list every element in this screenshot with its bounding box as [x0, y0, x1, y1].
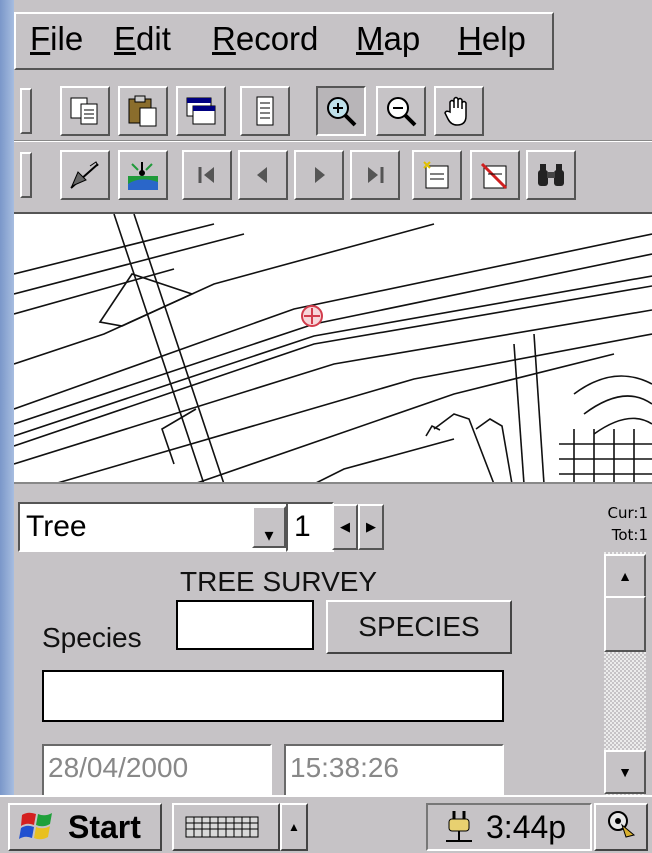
zoom-in-icon	[327, 97, 357, 127]
map-canvas[interactable]	[14, 214, 652, 484]
show-desktop-button[interactable]	[594, 803, 648, 851]
arrow-right-icon: ▶	[366, 519, 376, 534]
form-title: TREE SURVEY	[180, 566, 378, 597]
record-decrement-button[interactable]: ◀	[332, 504, 358, 550]
zoom-in-button[interactable]	[316, 86, 366, 136]
window-button[interactable]	[176, 86, 226, 136]
taskbar: Start ▲ 3:44p	[0, 795, 652, 853]
paste-button[interactable]	[118, 86, 168, 136]
pencil-capture-icon	[70, 161, 99, 189]
arrow-left-icon: ◀	[340, 519, 350, 534]
previous-record-icon	[257, 167, 267, 183]
pan-hand-icon	[444, 96, 467, 126]
scroll-thumb[interactable]	[604, 596, 646, 652]
split-bar[interactable]	[14, 482, 652, 492]
power-plug-icon[interactable]	[440, 807, 480, 843]
arrow-down-icon: ▼	[618, 764, 632, 780]
input-panel-button[interactable]	[172, 803, 280, 851]
gps-button[interactable]	[118, 150, 168, 200]
record-increment-button[interactable]: ▶	[358, 504, 384, 550]
find-binoculars-icon	[538, 164, 564, 186]
add-record-button[interactable]	[412, 150, 462, 200]
record-toolbar	[14, 142, 652, 204]
form-scrollbar[interactable]: ▲ ▼	[604, 552, 646, 795]
gps-satellite-icon	[128, 162, 158, 190]
copy-button[interactable]	[60, 86, 110, 136]
windows-flag-icon	[19, 812, 52, 840]
layer-combobox[interactable]: Tree ▾	[18, 502, 290, 552]
delete-record-button[interactable]	[470, 150, 520, 200]
input-panel-menu-button[interactable]: ▲	[280, 803, 308, 851]
species-name-field[interactable]	[42, 670, 504, 722]
next-record-button[interactable]	[294, 150, 344, 200]
menu-map[interactable]: Map	[356, 20, 420, 58]
start-button[interactable]: Start	[8, 803, 162, 851]
first-record-icon	[198, 167, 214, 183]
system-tray: 3:44p	[426, 803, 592, 851]
zoom-out-icon	[387, 97, 417, 127]
capture-button[interactable]	[60, 150, 110, 200]
record-form: TREE SURVEY Species SPECIES 28/04/2000 1…	[14, 552, 604, 795]
find-button[interactable]	[526, 150, 576, 200]
record-number-value: 1	[294, 510, 311, 543]
map-view[interactable]	[14, 212, 652, 484]
time-field[interactable]: 15:38:26	[284, 744, 504, 795]
date-field[interactable]: 28/04/2000	[42, 744, 272, 795]
total-records-label: Tot:1	[611, 526, 648, 544]
desktop-icon	[608, 811, 636, 838]
scroll-down-button[interactable]: ▼	[604, 750, 646, 794]
document-icon	[256, 96, 274, 126]
standard-toolbar	[14, 78, 652, 140]
record-number-field[interactable]: 1	[286, 502, 334, 552]
copy-icon	[70, 97, 98, 125]
document-button[interactable]	[240, 86, 290, 136]
clock[interactable]: 3:44p	[486, 809, 566, 846]
next-record-icon	[315, 167, 325, 183]
toolbar-grip[interactable]	[20, 88, 32, 134]
menu-help[interactable]: Help	[458, 20, 526, 58]
last-record-button[interactable]	[350, 150, 400, 200]
arrow-up-icon: ▲	[288, 820, 300, 834]
scroll-up-button[interactable]: ▲	[604, 554, 646, 598]
current-record-label: Cur:1	[607, 504, 648, 522]
paste-icon	[128, 95, 157, 127]
delete-record-icon	[480, 162, 508, 190]
previous-record-button[interactable]	[238, 150, 288, 200]
first-record-button[interactable]	[182, 150, 232, 200]
zoom-out-button[interactable]	[376, 86, 426, 136]
start-label: Start	[68, 809, 141, 845]
layer-selected-value: Tree	[26, 510, 87, 543]
layer-dropdown-button[interactable]: ▾	[252, 506, 286, 548]
toolbar-grip[interactable]	[20, 152, 32, 198]
arrow-up-icon: ▲	[618, 568, 632, 584]
chevron-down-icon: ▾	[264, 525, 274, 545]
menu-file[interactable]: File	[30, 20, 83, 58]
pan-button[interactable]	[434, 86, 484, 136]
add-record-icon	[423, 161, 449, 189]
menu-bar: File Edit Record Map Help	[14, 12, 554, 70]
app-window: File Edit Record Map Help Tree ▾ 1 ◀ ▶ C…	[14, 0, 652, 795]
gps-position-marker	[301, 305, 323, 327]
species-code-field[interactable]	[176, 600, 314, 650]
menu-record[interactable]: Record	[212, 20, 318, 58]
desktop-background	[0, 0, 14, 851]
species-label: Species	[42, 622, 142, 653]
window-icon	[186, 97, 216, 125]
menu-edit[interactable]: Edit	[114, 20, 171, 58]
species-button[interactable]: SPECIES	[326, 600, 512, 654]
keyboard-icon	[185, 816, 259, 838]
last-record-icon	[368, 167, 384, 183]
